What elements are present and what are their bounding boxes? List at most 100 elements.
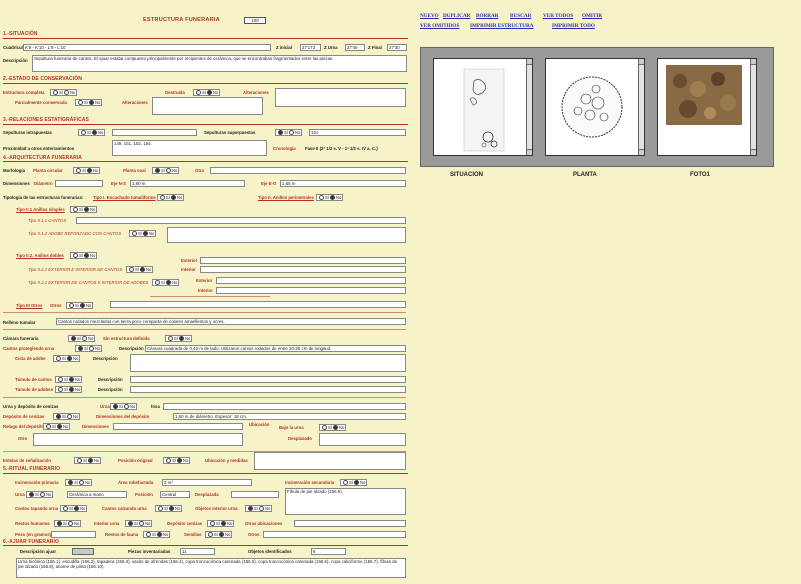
ubicacion-medidas-field[interactable] [254, 452, 406, 470]
record-id-field[interactable]: 100 [244, 17, 266, 24]
otras-ubicaciones-field[interactable] [294, 520, 406, 527]
eje-ns-field[interactable]: 1,90 m [130, 180, 245, 187]
ajuar-descripcion-field[interactable]: Urna bicónica (156.1), escudilla (156.2)… [16, 558, 406, 578]
ta-descripcion-field[interactable] [130, 386, 406, 393]
piezas-field[interactable]: 11 [180, 548, 215, 555]
intrapuestas-field[interactable] [112, 129, 197, 136]
objetos-interior-field[interactable]: Fíbula de pie alzado (156.9). [285, 488, 406, 515]
cantos-tapando-radio[interactable]: Sí No [60, 505, 88, 512]
relugo-dim-field[interactable] [113, 423, 243, 430]
z-inicial-field[interactable]: 27'173 [300, 44, 321, 51]
interior2-field[interactable] [216, 287, 406, 294]
superpuestas-field[interactable]: 151 [309, 129, 406, 136]
restos-humanos-radio[interactable]: Sí No [54, 520, 82, 527]
cp-descripcion-field[interactable]: Cámara cuadrada de 0,40 m de lado. Utili… [145, 345, 406, 352]
tipo212-radio[interactable]: Sí No [129, 230, 157, 237]
tipo212-field[interactable] [167, 227, 406, 243]
otra-field[interactable] [210, 167, 406, 174]
situacion-scrollbar[interactable] [526, 59, 532, 155]
link-buscar[interactable]: BUSCAR [510, 13, 531, 19]
tipo21-radio[interactable]: Sí No [70, 206, 98, 213]
intrapuestas-radio[interactable]: Sí No [78, 129, 106, 136]
otros-ritual-field[interactable] [263, 531, 406, 538]
cantos-protegiendo-radio[interactable]: Sí No [75, 345, 103, 352]
planta-circular-radio[interactable]: Sí No [73, 167, 101, 174]
tipo222-radio[interactable]: Sí No [152, 279, 180, 286]
posicion-field[interactable]: Central [160, 491, 190, 498]
interior-urna-radio[interactable]: Sí No [125, 520, 153, 527]
area-rubefactada-field[interactable]: 2 m² [162, 479, 252, 486]
proximidad-field[interactable]: 149, 151, 152, 154. [112, 140, 267, 156]
destruida-radio[interactable]: Sí No [193, 89, 221, 96]
tipo1-radio[interactable]: Sí No [157, 194, 185, 201]
exterior2-field[interactable] [216, 277, 406, 284]
link-ver-omitidos[interactable]: VER OMITIDOS [420, 23, 459, 29]
deposito-cenizas-radio[interactable]: Sí No [53, 413, 81, 420]
link-imprimir-estructura[interactable]: IMPRIMIR ESTRUCTURA [470, 23, 534, 29]
semillas-radio[interactable]: Sí No [205, 531, 233, 538]
tipo2-radio[interactable]: Sí No [316, 194, 344, 201]
restos-fauna-radio[interactable]: Sí No [143, 531, 171, 538]
cantos-calzando-radio[interactable]: Sí No [155, 505, 183, 512]
link-nuevo[interactable]: NUEVO [420, 13, 439, 19]
tumulo-cantos-radio[interactable]: Sí No [55, 376, 83, 383]
relleno-field[interactable]: Cantos rodados mezclados con tierra poco… [56, 318, 406, 325]
objetos-interior-radio[interactable]: Sí No [245, 505, 273, 512]
posicion-original-radio[interactable]: Sí No [163, 457, 191, 464]
tipo211-field[interactable] [76, 217, 406, 224]
planta-oval-radio[interactable]: Sí No [152, 167, 180, 174]
fosa-field[interactable] [163, 403, 406, 410]
exterior-field[interactable] [200, 257, 406, 264]
link-ver-todos[interactable]: VER TODOS [543, 13, 573, 19]
diametro-field[interactable] [55, 180, 103, 187]
ca-descripcion-field[interactable] [130, 354, 406, 372]
z-urna-field[interactable]: 27'49 [345, 44, 365, 51]
otro-field[interactable] [33, 433, 243, 446]
tumulo-adobes-radio[interactable]: Sí No [55, 386, 83, 393]
alteraciones-field[interactable] [275, 88, 406, 107]
tipo3-field[interactable] [110, 301, 406, 308]
bajo-urna-radio[interactable]: Sí No [319, 424, 347, 431]
urna-ritual-radio[interactable]: Sí No [26, 491, 54, 498]
z-final-field[interactable]: 27'30 [387, 44, 407, 51]
objetos-identificados-field[interactable]: 8 [311, 548, 346, 555]
link-borrar[interactable]: BORRAR [476, 13, 498, 19]
desc-ajuar-button[interactable] [72, 548, 94, 555]
tipo221-radio[interactable]: Sí No [126, 266, 154, 273]
planta-viewer[interactable] [545, 58, 645, 156]
cuadricula-field[interactable]: K'8 - K'10 - L'8 - L'10 [23, 44, 271, 51]
relugo-radio[interactable]: Sí No [43, 423, 71, 430]
situacion-viewer[interactable] [433, 58, 533, 156]
estructura-completa-radio[interactable]: Sí No [50, 89, 78, 96]
cista-adobe-radio[interactable]: Sí No [53, 355, 81, 362]
link-omitir[interactable]: OMITIR [582, 13, 602, 19]
dim-deposito-field[interactable]: 1,50 m de diámetro. Espesor: 18 cm. [173, 413, 406, 420]
sin-estructura-radio[interactable]: Sí No [165, 335, 193, 342]
divider [3, 473, 408, 474]
tipo3-radio[interactable]: Sí No [66, 302, 94, 309]
tipo22-radio[interactable]: Sí No [70, 252, 98, 259]
urna-radio[interactable]: Sí No [110, 403, 138, 410]
peso-field[interactable] [51, 531, 96, 538]
tc-descripcion-field[interactable] [130, 376, 406, 383]
descripcion-field[interactable]: Sepultura funeraria de cantos. El ajuar … [32, 55, 407, 72]
planta-scrollbar[interactable] [638, 59, 644, 155]
alteraciones2-field[interactable] [152, 97, 263, 115]
superpuestas-radio[interactable]: Sí No [275, 129, 303, 136]
camara-radio[interactable]: Sí No [68, 335, 96, 342]
inc-secundaria-radio[interactable]: Sí No [340, 479, 368, 486]
interior-field[interactable] [200, 266, 406, 273]
link-duplicar[interactable]: DUPLICAR [443, 13, 470, 19]
inc-primaria-radio[interactable]: Sí No [65, 479, 93, 486]
deposito-cenizas2-radio[interactable]: Sí No [207, 520, 235, 527]
desplazada-field[interactable] [231, 491, 279, 498]
link-imprimir-todo[interactable]: IMPRIMIR TODO [552, 23, 595, 29]
relugo-dim-label: Dimensiones [82, 424, 109, 429]
estelas-radio[interactable]: Sí No [74, 457, 102, 464]
foto-scrollbar[interactable] [750, 59, 756, 155]
urna-tipo-field[interactable]: Cerámica a mano [67, 491, 127, 498]
foto-viewer[interactable] [657, 58, 757, 156]
desplazado-field[interactable] [319, 433, 406, 446]
eje-eo-field[interactable]: 1,65 m [280, 180, 406, 187]
parcial-radio[interactable]: Sí No [75, 99, 103, 106]
